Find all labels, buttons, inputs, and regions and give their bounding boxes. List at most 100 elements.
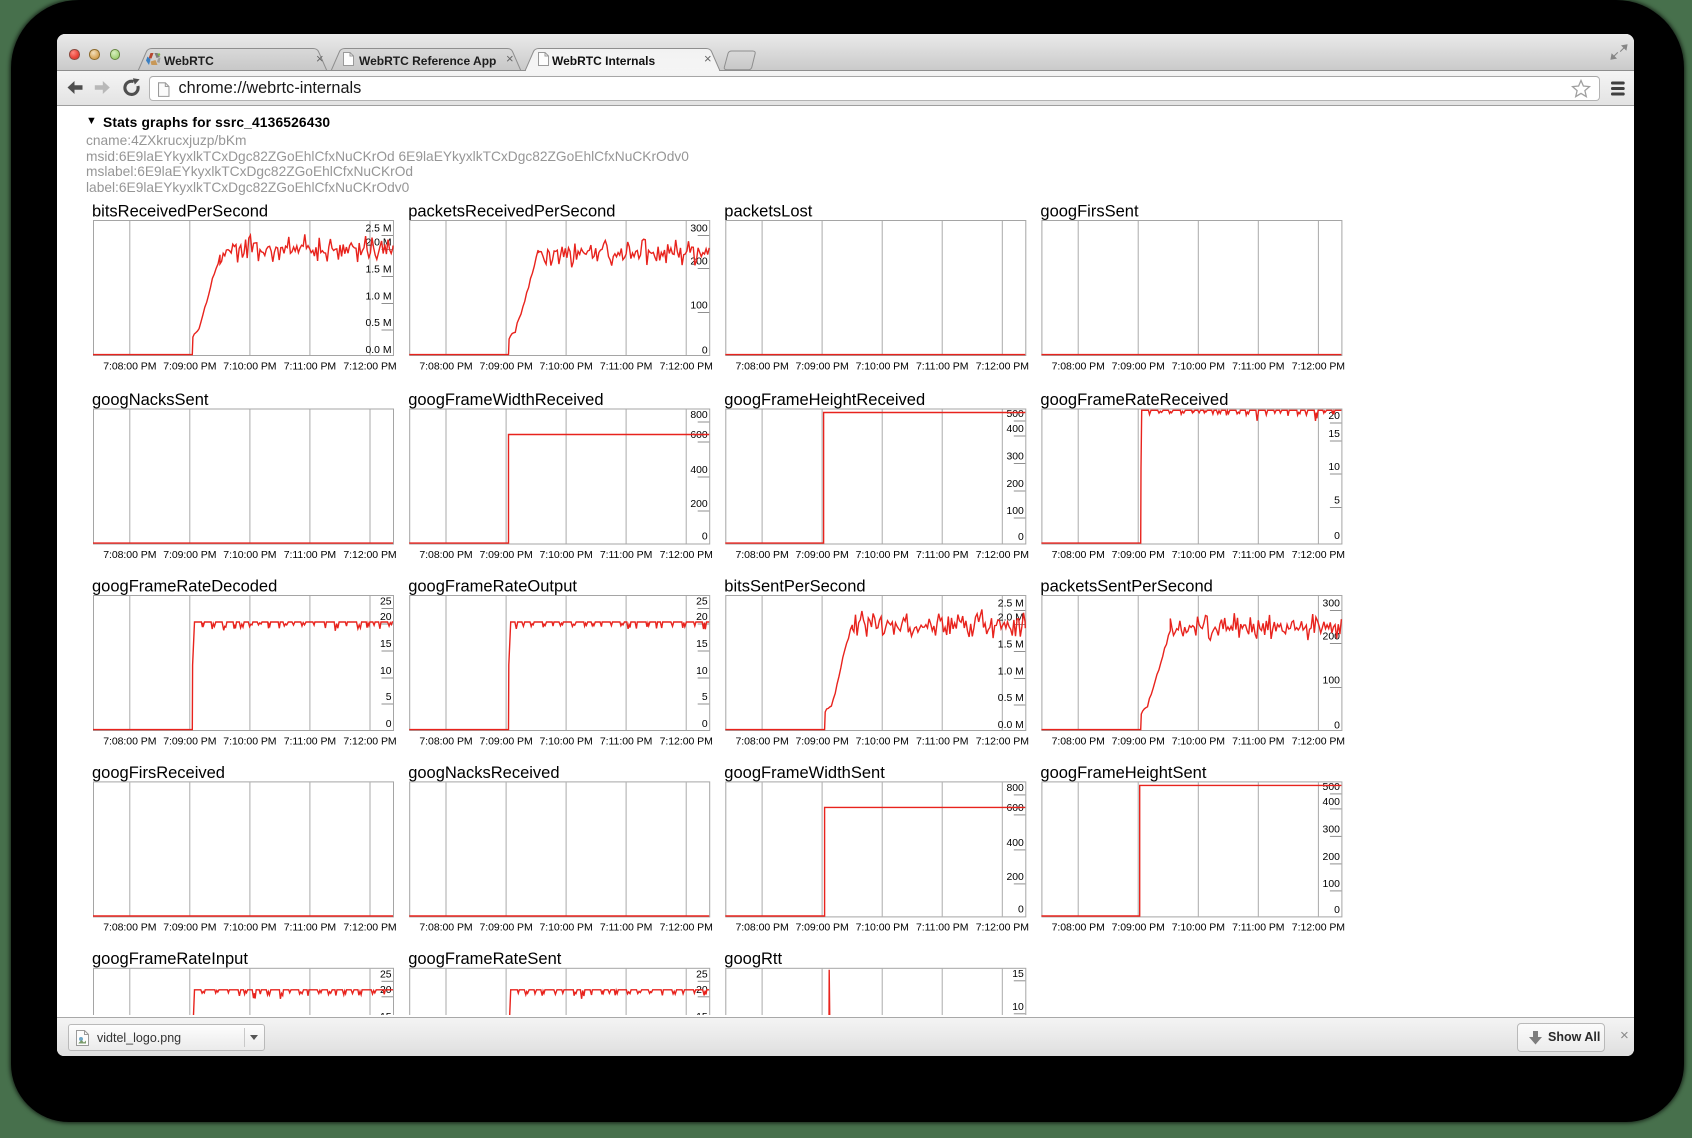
svg-text:7:12:00 PM: 7:12:00 PM (1292, 360, 1345, 372)
svg-text:7:09:00 PM: 7:09:00 PM (795, 735, 848, 747)
svg-text:0: 0 (1334, 531, 1340, 542)
svg-text:7:10:00 PM: 7:10:00 PM (856, 735, 909, 747)
svg-text:7:12:00 PM: 7:12:00 PM (343, 549, 396, 561)
svg-text:googNacksSent: googNacksSent (92, 391, 209, 409)
svg-text:7:12:00 PM: 7:12:00 PM (1292, 922, 1345, 934)
svg-text:googRtt: googRtt (724, 950, 782, 968)
svg-text:10: 10 (1012, 1002, 1024, 1013)
svg-text:7:11:00 PM: 7:11:00 PM (916, 735, 968, 747)
svg-text:7:08:00 PM: 7:08:00 PM (735, 549, 788, 561)
svg-text:7:09:00 PM: 7:09:00 PM (163, 922, 216, 934)
svg-text:1.5 M: 1.5 M (998, 640, 1024, 651)
svg-text:7:08:00 PM: 7:08:00 PM (1052, 922, 1105, 934)
svg-text:7:09:00 PM: 7:09:00 PM (1112, 735, 1165, 747)
svg-text:0.0 M: 0.0 M (998, 720, 1024, 731)
svg-text:2.5 M: 2.5 M (998, 599, 1024, 610)
svg-text:packetsLost: packetsLost (724, 202, 812, 220)
svg-text:7:11:00 PM: 7:11:00 PM (600, 360, 652, 372)
svg-text:300: 300 (690, 224, 708, 235)
svg-text:7:09:00 PM: 7:09:00 PM (1112, 360, 1165, 372)
svg-text:bitsReceivedPerSecond: bitsReceivedPerSecond (92, 202, 268, 220)
svg-text:0: 0 (702, 532, 708, 543)
svg-text:packetsReceivedPerSecond: packetsReceivedPerSecond (408, 202, 615, 220)
svg-text:bitsSentPerSecond: bitsSentPerSecond (724, 577, 865, 595)
svg-text:7:12:00 PM: 7:12:00 PM (343, 735, 396, 747)
svg-text:7:12:00 PM: 7:12:00 PM (1292, 549, 1345, 561)
svg-text:0.5 M: 0.5 M (366, 318, 392, 329)
svg-text:7:11:00 PM: 7:11:00 PM (916, 922, 968, 934)
svg-text:7:10:00 PM: 7:10:00 PM (223, 922, 276, 934)
svg-text:7:09:00 PM: 7:09:00 PM (163, 735, 216, 747)
svg-text:2.5 M: 2.5 M (366, 224, 392, 235)
svg-text:7:10:00 PM: 7:10:00 PM (1172, 922, 1225, 934)
svg-text:7:11:00 PM: 7:11:00 PM (284, 360, 336, 372)
svg-text:5: 5 (702, 692, 708, 703)
svg-text:7:11:00 PM: 7:11:00 PM (284, 735, 336, 747)
svg-text:15: 15 (1328, 429, 1340, 440)
svg-text:7:11:00 PM: 7:11:00 PM (1232, 735, 1284, 747)
svg-text:600: 600 (690, 430, 708, 441)
svg-text:googFirsSent: googFirsSent (1040, 202, 1139, 220)
svg-text:400: 400 (690, 465, 708, 476)
svg-text:10: 10 (1328, 462, 1340, 473)
svg-text:7:10:00 PM: 7:10:00 PM (539, 922, 592, 934)
svg-text:7:10:00 PM: 7:10:00 PM (1172, 735, 1225, 747)
svg-text:googFrameHeightSent: googFrameHeightSent (1040, 764, 1206, 782)
svg-text:7:12:00 PM: 7:12:00 PM (1292, 735, 1345, 747)
svg-text:7:08:00 PM: 7:08:00 PM (735, 360, 788, 372)
svg-text:7:11:00 PM: 7:11:00 PM (1232, 360, 1284, 372)
svg-text:800: 800 (690, 410, 708, 421)
svg-text:7:11:00 PM: 7:11:00 PM (1232, 549, 1284, 561)
svg-text:7:12:00 PM: 7:12:00 PM (976, 549, 1029, 561)
svg-text:10: 10 (380, 666, 392, 677)
svg-text:0: 0 (1018, 905, 1024, 916)
svg-text:googFirsReceived: googFirsReceived (92, 764, 225, 782)
svg-text:7:08:00 PM: 7:08:00 PM (103, 922, 156, 934)
svg-text:400: 400 (1006, 424, 1024, 435)
svg-text:7:12:00 PM: 7:12:00 PM (343, 922, 396, 934)
svg-text:7:10:00 PM: 7:10:00 PM (1172, 360, 1225, 372)
svg-text:0: 0 (702, 719, 708, 730)
svg-text:7:12:00 PM: 7:12:00 PM (660, 549, 713, 561)
svg-text:15: 15 (1012, 969, 1024, 980)
svg-text:400: 400 (1006, 838, 1024, 849)
svg-text:7:09:00 PM: 7:09:00 PM (163, 360, 216, 372)
svg-text:7:08:00 PM: 7:08:00 PM (735, 922, 788, 934)
svg-text:googFrameRateOutput: googFrameRateOutput (408, 577, 577, 595)
svg-text:300: 300 (1323, 599, 1341, 610)
svg-text:7:10:00 PM: 7:10:00 PM (539, 549, 592, 561)
svg-text:5: 5 (1334, 496, 1340, 507)
svg-text:100: 100 (1323, 879, 1341, 890)
svg-text:600: 600 (1006, 803, 1024, 814)
svg-text:500: 500 (1006, 409, 1024, 420)
svg-text:googFrameWidthSent: googFrameWidthSent (724, 764, 885, 782)
svg-text:0: 0 (702, 346, 708, 357)
svg-text:7:12:00 PM: 7:12:00 PM (660, 922, 713, 934)
svg-text:7:08:00 PM: 7:08:00 PM (1052, 360, 1105, 372)
svg-text:7:09:00 PM: 7:09:00 PM (795, 549, 848, 561)
svg-text:7:10:00 PM: 7:10:00 PM (856, 922, 909, 934)
svg-text:25: 25 (696, 597, 708, 608)
svg-text:7:11:00 PM: 7:11:00 PM (600, 735, 652, 747)
svg-text:0.0 M: 0.0 M (366, 345, 392, 356)
svg-text:7:12:00 PM: 7:12:00 PM (343, 360, 396, 372)
svg-text:7:09:00 PM: 7:09:00 PM (1112, 549, 1165, 561)
svg-text:800: 800 (1006, 783, 1024, 794)
svg-text:200: 200 (1323, 852, 1341, 863)
svg-text:googNacksReceived: googNacksReceived (408, 764, 559, 782)
svg-text:7:10:00 PM: 7:10:00 PM (223, 360, 276, 372)
svg-text:googFrameHeightReceived: googFrameHeightReceived (724, 391, 925, 409)
svg-text:7:10:00 PM: 7:10:00 PM (856, 360, 909, 372)
svg-text:15: 15 (696, 1012, 708, 1015)
svg-text:25: 25 (380, 597, 392, 608)
svg-text:7:08:00 PM: 7:08:00 PM (1052, 735, 1105, 747)
svg-text:25: 25 (696, 970, 708, 981)
svg-text:7:09:00 PM: 7:09:00 PM (479, 735, 532, 747)
svg-text:packetsSentPerSecond: packetsSentPerSecond (1040, 577, 1212, 595)
svg-text:7:09:00 PM: 7:09:00 PM (795, 922, 848, 934)
svg-text:100: 100 (690, 301, 708, 312)
svg-text:7:08:00 PM: 7:08:00 PM (419, 360, 472, 372)
svg-text:googFrameWidthReceived: googFrameWidthReceived (408, 391, 603, 409)
svg-text:1.0 M: 1.0 M (998, 667, 1024, 678)
svg-text:7:10:00 PM: 7:10:00 PM (223, 549, 276, 561)
